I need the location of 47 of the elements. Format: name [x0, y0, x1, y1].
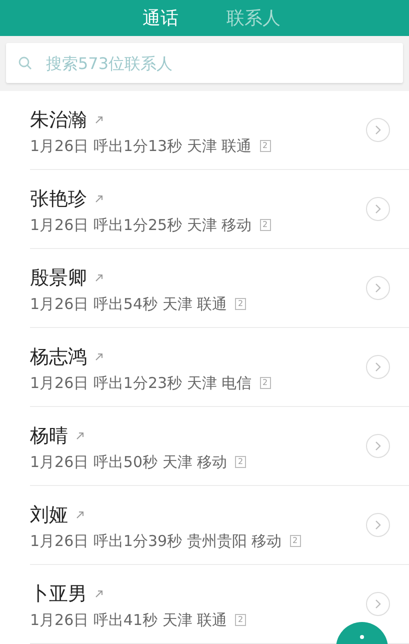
contact-name: 卜亚男 — [30, 582, 87, 606]
outgoing-arrow-icon — [95, 590, 103, 598]
chevron-right-icon — [374, 520, 382, 530]
sim-icon: 2 — [260, 140, 271, 152]
search-field[interactable]: 搜索573位联系人 — [6, 43, 403, 83]
details-button[interactable] — [366, 513, 390, 537]
outgoing-arrow-icon — [95, 194, 103, 202]
chevron-right-icon — [374, 283, 382, 293]
contact-name: 殷景卿 — [30, 266, 87, 290]
outgoing-arrow-icon — [95, 352, 103, 360]
contact-name: 杨志鸿 — [30, 344, 87, 370]
tab[interactable]: 通话 — [138, 6, 182, 30]
details-button[interactable] — [366, 118, 390, 142]
outgoing-arrow-icon — [95, 274, 103, 282]
call-details: 1月26日 呼出50秒 天津 移动 — [30, 452, 228, 472]
chevron-right-icon — [374, 441, 382, 451]
call-details: 1月26日 呼出1分25秒 天津 移动 — [30, 216, 252, 234]
contact-name: 张艳珍 — [30, 186, 87, 212]
chevron-right-icon — [374, 599, 382, 609]
floating-action-button[interactable] — [336, 622, 388, 644]
details-button[interactable] — [366, 434, 390, 458]
sim-icon: 2 — [260, 377, 271, 389]
outgoing-arrow-icon — [95, 116, 103, 124]
outgoing-arrow-icon — [76, 432, 84, 440]
contact-name: 杨晴 — [30, 424, 68, 448]
chevron-right-icon — [374, 362, 382, 372]
details-button[interactable] — [366, 276, 390, 300]
call-details: 1月26日 呼出1分39秒 贵州贵阳 移动 — [30, 532, 282, 550]
details-button[interactable] — [366, 355, 390, 379]
details-button[interactable] — [366, 592, 390, 616]
sim-icon: 2 — [235, 298, 246, 310]
contact-name: 朱治瀚 — [30, 108, 87, 132]
chevron-right-icon — [374, 125, 382, 135]
sim-icon: 2 — [235, 614, 246, 626]
sim-icon: 2 — [235, 456, 246, 468]
call-details: 1月26日 呼出1分13秒 天津 联通 — [30, 136, 252, 156]
sim-icon: 2 — [260, 219, 271, 231]
details-button[interactable] — [366, 197, 390, 221]
tab[interactable]: 联系人 — [222, 6, 284, 30]
call-details: 1月26日 呼出41秒 天津 联通 — [30, 610, 228, 630]
call-details: 1月26日 呼出1分23秒 天津 电信 — [30, 374, 252, 392]
sim-icon: 2 — [290, 535, 301, 547]
contact-name: 刘娅 — [30, 502, 68, 528]
search-icon — [18, 56, 32, 70]
call-details: 1月26日 呼出54秒 天津 联通 — [30, 294, 228, 314]
outgoing-arrow-icon — [76, 510, 84, 518]
chevron-right-icon — [374, 204, 382, 214]
